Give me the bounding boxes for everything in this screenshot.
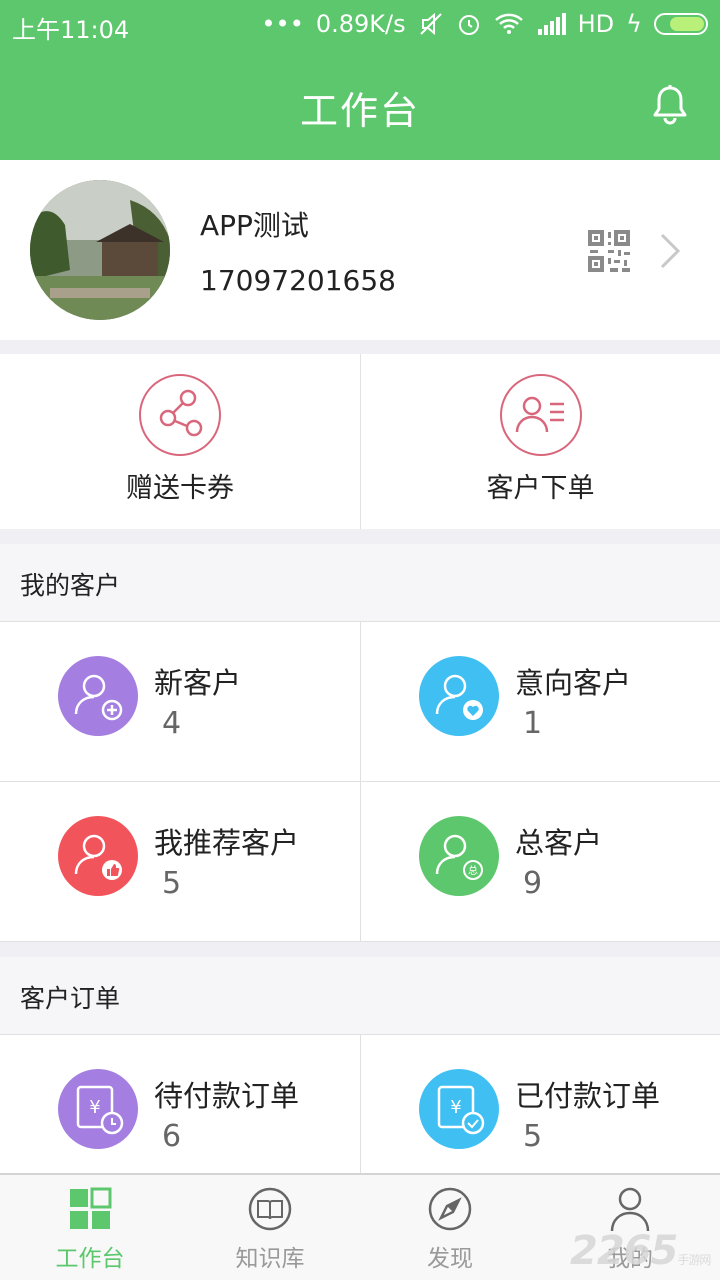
signal-icon — [537, 13, 566, 35]
pending-orders-card[interactable]: ¥ 待付款订单 6 — [0, 1035, 360, 1173]
qr-code-icon[interactable] — [588, 230, 630, 272]
my-customers-header: 我的客户 — [0, 544, 720, 622]
watermark-sub: 手游网 — [677, 1253, 711, 1267]
order-pending-icon: ¥ — [58, 1069, 138, 1149]
card-count: 6 — [162, 1119, 182, 1154]
status-net-speed: 0.89K/s — [315, 10, 406, 38]
card-title: 我推荐客户 — [154, 826, 300, 860]
new-customers-card[interactable]: 新客户 4 — [0, 622, 360, 782]
customer-orders-grid: ¥ 待付款订单 6 ¥ 已付款订单 5 — [0, 1035, 720, 1173]
bell-icon[interactable] — [650, 84, 690, 128]
referred-customers-card[interactable]: 我推荐客户 5 — [0, 782, 360, 942]
grid-icon — [70, 1187, 112, 1229]
section-title: 客户订单 — [20, 984, 121, 1013]
card-count: 5 — [162, 866, 182, 901]
profile-phone: 17097201658 — [200, 264, 396, 297]
alarm-icon — [458, 15, 479, 35]
status-network-type: HD — [577, 10, 615, 38]
card-title: 新客户 — [154, 666, 242, 700]
intent-customers-card[interactable]: 意向客户 1 — [360, 622, 720, 782]
profile-name: APP测试 — [200, 209, 309, 242]
card-title: 已付款订单 — [515, 1079, 661, 1113]
battery-icon — [654, 13, 708, 35]
app-header: 工作台 — [0, 52, 720, 160]
quick-actions: 赠送卡券 客户下单 — [0, 354, 720, 529]
customer-orders-header: 客户订单 — [0, 957, 720, 1035]
svg-text:总: 总 — [468, 864, 478, 877]
watermark-brand: 2265 — [570, 1228, 678, 1274]
card-count: 9 — [523, 866, 543, 901]
card-title: 意向客户 — [515, 666, 632, 700]
profile-card[interactable]: APP测试 17097201658 — [0, 160, 720, 340]
tab-label: 知识库 — [235, 1246, 305, 1272]
wifi-icon — [494, 13, 523, 34]
avatar[interactable] — [30, 180, 170, 320]
section-title: 我的客户 — [20, 571, 121, 600]
total-customers-card[interactable]: 总 总客户 9 — [360, 782, 720, 942]
card-count: 1 — [523, 706, 543, 741]
tab-workbench[interactable]: 工作台 — [0, 1175, 180, 1280]
customer-order-label: 客户下单 — [486, 473, 595, 504]
paid-orders-card[interactable]: ¥ 已付款订单 5 — [360, 1035, 720, 1173]
my-customers-grid: 新客户 4 意向客户 1 我推荐客户 5 总 总客户 9 — [0, 622, 720, 942]
svg-text:¥: ¥ — [89, 1097, 100, 1118]
status-time: 上午11:04 — [12, 16, 130, 44]
order-paid-icon: ¥ — [419, 1069, 499, 1149]
compass-icon — [428, 1187, 472, 1231]
watermark-logo: 2265手游网 — [570, 1228, 711, 1274]
page-title: 工作台 — [299, 89, 420, 133]
customer-order-button[interactable]: 客户下单 — [360, 354, 720, 529]
charging-icon: ϟ — [626, 10, 642, 38]
tab-discover[interactable]: 发现 — [360, 1175, 540, 1280]
status-icons: ••• 0.89K/s HD ϟ — [261, 10, 708, 38]
customer-list-icon — [500, 374, 582, 456]
card-count: 4 — [162, 706, 182, 741]
user-total-icon: 总 — [419, 816, 499, 896]
tab-label: 工作台 — [55, 1246, 125, 1272]
status-dots: ••• — [261, 10, 304, 38]
card-title: 总客户 — [515, 826, 603, 860]
no-sound-icon — [419, 12, 442, 36]
card-title: 待付款订单 — [154, 1079, 300, 1113]
chevron-right-icon[interactable] — [658, 232, 682, 270]
share-icon — [139, 374, 221, 456]
tab-knowledge[interactable]: 知识库 — [180, 1175, 360, 1280]
card-count: 5 — [523, 1119, 543, 1154]
user-thumb-icon — [58, 816, 138, 896]
book-icon — [248, 1187, 292, 1231]
person-icon — [610, 1187, 650, 1231]
user-add-icon — [58, 656, 138, 736]
gift-coupon-label: 赠送卡券 — [126, 473, 234, 504]
status-bar: 上午11:04 ••• 0.89K/s HD ϟ — [0, 0, 720, 52]
user-heart-icon — [419, 656, 499, 736]
gift-coupon-button[interactable]: 赠送卡券 — [0, 354, 360, 529]
tab-label: 发现 — [427, 1246, 473, 1272]
svg-text:¥: ¥ — [450, 1097, 461, 1118]
